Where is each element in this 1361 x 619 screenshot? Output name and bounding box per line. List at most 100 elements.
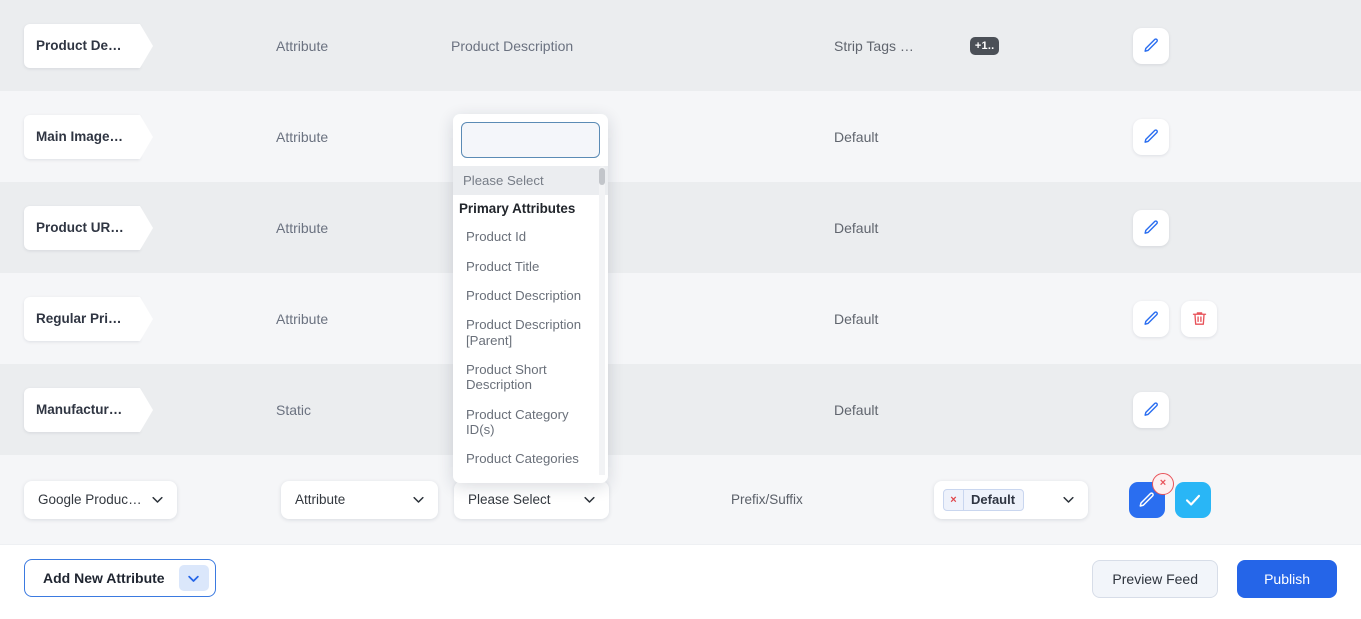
source-type-label: Attribute [276, 128, 329, 145]
attribute-edit-row: Google Product … Attribute Please Select… [0, 455, 1361, 544]
pencil-icon [1143, 402, 1158, 416]
edit-row-button[interactable] [1133, 300, 1169, 337]
pencil-icon [1143, 38, 1158, 52]
source-type-label: Attribute [276, 219, 329, 236]
attribute-name-label: Manufacture… [36, 402, 126, 417]
attribute-name-label: Product URL … [36, 220, 126, 235]
modifier-cell: Default [834, 402, 1119, 418]
attribute-name-cell: Main Image [… [0, 114, 276, 159]
row-actions [1119, 209, 1361, 246]
dropdown-option[interactable]: Product Title [453, 252, 608, 281]
trash-icon [1192, 312, 1206, 325]
dropdown-option[interactable]: Product Short Description [453, 355, 608, 400]
table-row[interactable]: Main Image [… Attribute Default [0, 91, 1361, 182]
dropdown-scrollbar-thumb[interactable] [599, 168, 605, 185]
source-type-label: Attribute [276, 310, 329, 327]
edit-row-button[interactable] [1133, 27, 1169, 64]
source-value-select[interactable]: Please Select [454, 480, 609, 519]
modifier-value-field-cell: × Default [934, 480, 1108, 519]
attribute-name-tag: Main Image [… [24, 114, 153, 159]
chevron-down-icon [188, 575, 199, 582]
table-row[interactable]: Regular Price… Attribute Default [0, 273, 1361, 364]
edit-row-button[interactable] [1133, 209, 1169, 246]
modifier-chip: × Default [943, 488, 1025, 511]
dropdown-option-list[interactable]: Please Select Primary Attributes Product… [453, 164, 608, 475]
source-type-label: Attribute [276, 37, 329, 54]
source-value-select-value: Please Select [468, 492, 551, 507]
modifier-label: Strip Tags … [834, 37, 914, 54]
table-row[interactable]: Product Desc… Attribute Product Descript… [0, 0, 1361, 91]
save-row-button[interactable] [1175, 481, 1211, 518]
add-new-attribute-label: Add New Attribute [43, 570, 165, 586]
edit-active-button[interactable]: × [1129, 472, 1174, 518]
publish-button[interactable]: Publish [1237, 560, 1337, 598]
source-value-field-cell: Please Select [454, 480, 731, 519]
modifier-label: Default [834, 401, 879, 418]
dropdown-option-placeholder[interactable]: Please Select [453, 166, 608, 196]
modifier-cell: Default [834, 311, 1119, 327]
attribute-name-cell: Regular Price… [0, 296, 276, 341]
chip-remove-icon[interactable]: × [944, 489, 964, 510]
modifier-type-label: Prefix/Suffix [731, 492, 803, 507]
source-type-select[interactable]: Attribute [281, 480, 438, 519]
attribute-name-label: Regular Price… [36, 311, 126, 326]
attribute-name-select-value: Google Product … [38, 492, 142, 507]
add-new-attribute-dropdown-toggle[interactable] [178, 565, 209, 591]
row-actions [1119, 391, 1361, 428]
attribute-name-tag: Product Desc… [24, 23, 153, 68]
modifier-count-badge[interactable]: +1.. [969, 36, 1000, 55]
modifier-cell: Default [834, 220, 1119, 236]
modifier-label: Default [834, 310, 879, 327]
chevron-down-icon [413, 496, 424, 503]
dropdown-group-header: Primary Attributes [459, 201, 576, 217]
dropdown-search-input[interactable] [461, 122, 600, 158]
source-type-field-cell: Attribute [281, 480, 454, 519]
modifier-cell: Default [834, 129, 1119, 145]
chevron-down-icon [584, 496, 595, 503]
dropdown-option[interactable]: Product Categories [453, 444, 608, 473]
pencil-icon [1139, 491, 1154, 507]
attribute-name-label: Product Desc… [36, 38, 126, 53]
attribute-name-cell: Product URL … [0, 205, 276, 250]
dropdown-scrollbar-track[interactable] [599, 166, 605, 475]
dropdown-option[interactable]: Product Description [453, 281, 608, 310]
chevron-down-icon [152, 496, 163, 503]
attribute-name-select[interactable]: Google Product … [24, 480, 177, 519]
attribute-name-tag: Manufacture… [24, 387, 153, 432]
footer-action-bar: Add New Attribute Preview Feed Publish [0, 544, 1361, 619]
table-row[interactable]: Product URL … Attribute Default [0, 182, 1361, 273]
preview-feed-button[interactable]: Preview Feed [1092, 560, 1218, 598]
modifier-multiselect[interactable]: × Default [934, 480, 1088, 519]
dropdown-option[interactable]: Product Description [Parent] [453, 310, 608, 355]
pencil-icon [1143, 311, 1158, 325]
attribute-name-cell: Product Desc… [0, 23, 276, 68]
source-value-label: Product Description [451, 37, 574, 54]
chevron-down-icon [1063, 496, 1074, 503]
attribute-name-label: Main Image [… [36, 129, 126, 144]
edit-row-button[interactable] [1133, 118, 1169, 155]
modifier-cell: Strip Tags … +1.. [834, 36, 1119, 55]
source-value-dropdown: Please Select Primary Attributes Product… [453, 114, 608, 483]
dropdown-option[interactable]: Product Id [453, 222, 608, 251]
pencil-icon [1143, 129, 1158, 143]
pencil-icon [1143, 220, 1158, 234]
row-actions [1119, 300, 1361, 337]
attribute-name-field-cell: Google Product … [0, 480, 281, 519]
edit-row-button[interactable] [1133, 391, 1169, 428]
source-type-select-value: Attribute [295, 492, 346, 507]
add-new-attribute-button[interactable]: Add New Attribute [24, 559, 216, 597]
chip-label: Default [971, 492, 1016, 507]
edit-row-actions: × [1108, 472, 1361, 518]
attribute-name-tag: Regular Price… [24, 296, 153, 341]
row-actions [1119, 118, 1361, 155]
cancel-edit-badge[interactable]: × [1152, 472, 1174, 495]
row-actions [1119, 27, 1361, 64]
delete-row-button[interactable] [1181, 300, 1217, 337]
attribute-name-cell: Manufacture… [0, 387, 276, 432]
source-type-label: Static [276, 401, 312, 418]
dropdown-option[interactable]: Product Category ID(s) [453, 400, 608, 445]
table-row[interactable]: Manufacture… Static Default [0, 364, 1361, 455]
modifier-label: Default [834, 219, 879, 236]
dropdown-search-wrap [453, 114, 608, 164]
modifier-label: Default [834, 128, 879, 145]
